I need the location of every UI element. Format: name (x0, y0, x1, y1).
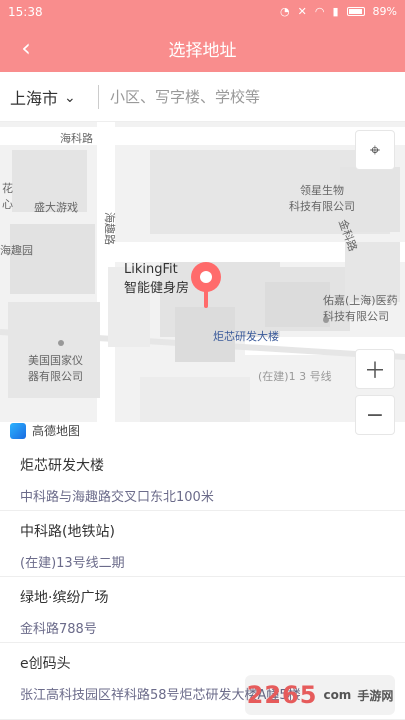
result-name: 炬芯研发大楼 (20, 458, 104, 474)
alarm-icon: ◔ (280, 5, 290, 18)
map-label-jucore: 炬芯研发大楼 (213, 330, 279, 343)
status-icons: ◔ ✕ ◠ ▮ 89% (280, 5, 397, 18)
map-label-huaxin: 花 心 (2, 182, 13, 211)
poi-dot (323, 317, 329, 323)
map-label-line13: (在建)1 3 号线 (258, 370, 332, 383)
plus-icon[interactable]: ＋ (355, 349, 395, 389)
map-label-lingxing: 领星生物 科技有限公司 (289, 184, 355, 213)
signal-icon: ▮ (332, 5, 339, 18)
location-pin-icon (191, 262, 221, 308)
result-item[interactable]: 炬芯研发大楼 中科路与海趣路交叉口东北100米 (0, 445, 405, 511)
watermark-suffix: com (323, 688, 352, 702)
battery-percent: 89% (372, 5, 397, 18)
top-bar: 15:38 ◔ ✕ ◠ ▮ 89% ‹ 选择地址 (0, 0, 405, 72)
map-brand-label: 高德地图 (32, 424, 81, 438)
page-title: 选择地址 (168, 41, 237, 61)
amap-logo-icon (10, 422, 26, 439)
map-label-haike-road: 海科路 (60, 132, 93, 145)
result-name: 绿地·缤纷广场 (20, 590, 109, 606)
result-name: e创码头 (20, 656, 71, 672)
divider (98, 85, 99, 109)
result-item[interactable]: 中科路(地铁站) (在建)13号线二期 (0, 511, 405, 577)
chevron-down-icon: ⌄ (64, 90, 76, 106)
poi-dot (58, 340, 64, 346)
map-label-youjia: 佑嘉(上海)医药 科技有限公司 (323, 294, 398, 323)
map-label-haiqu-road: 海趣路 (103, 212, 116, 245)
watermark: 2265 com 手游网 (245, 675, 395, 715)
result-name: 中科路(地铁站) (20, 524, 115, 540)
city-label: 上海市 (10, 89, 59, 108)
result-address: 中科路与海趣路交叉口东北100米 (20, 490, 214, 505)
locate-icon[interactable]: ⌖ (355, 130, 395, 170)
battery-icon (346, 7, 365, 16)
map-label-shengda: 盛大游戏 (34, 201, 78, 214)
map-label-haiquyuan: 海趣园 (0, 244, 33, 257)
map-brand: 高德地图 (10, 422, 80, 439)
status-bar: 15:38 ◔ ✕ ◠ ▮ 89% (0, 0, 405, 24)
wifi-icon: ◠ (314, 5, 325, 18)
status-time: 15:38 (8, 5, 43, 19)
city-selector[interactable]: 上海市 ⌄ (10, 84, 76, 110)
map-view[interactable]: 海科路 花 心 盛大游戏 海趣园 海趣路 领星生物 科技有限公司 LikingF… (0, 122, 405, 445)
watermark-cn: 手游网 (357, 688, 394, 703)
map-label-liking-fit: LikingFit 智能健身房 (124, 262, 190, 296)
minus-icon[interactable]: − (355, 395, 395, 435)
result-address: 金科路788号 (20, 622, 97, 637)
screen: 15:38 ◔ ✕ ◠ ▮ 89% ‹ 选择地址 上海市 ⌄ 小区、写字楼、学校… (0, 0, 405, 720)
result-item[interactable]: 绿地·缤纷广场 金科路788号 (0, 577, 405, 643)
result-address: (在建)13号线二期 (20, 556, 125, 571)
search-row: 上海市 ⌄ (0, 72, 405, 122)
search-input[interactable] (110, 83, 395, 111)
app-header: ‹ 选择地址 (0, 24, 405, 72)
watermark-number: 2265 (246, 681, 318, 709)
mute-icon: ✕ (297, 5, 307, 18)
map-label-meiguo: 美国国家仪 器有限公司 (28, 354, 83, 383)
